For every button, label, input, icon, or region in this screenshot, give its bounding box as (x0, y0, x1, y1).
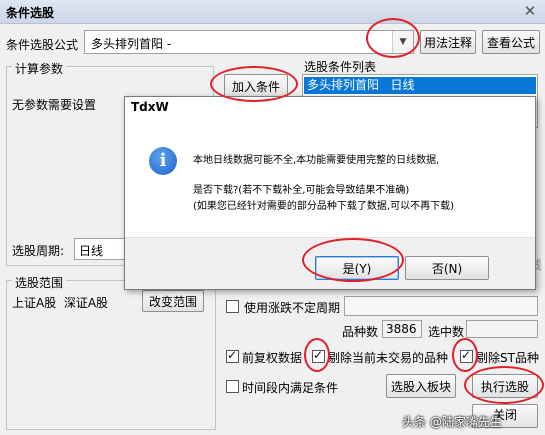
dialog-title-bar: TdxW (125, 97, 535, 117)
no-button-label: 否(N) (431, 261, 463, 276)
window-title: 条件选股 (6, 6, 55, 20)
window-close-icon[interactable]: ✕ (521, 2, 539, 20)
yes-button[interactable]: 是(Y) (315, 256, 399, 280)
limit-period-checkbox[interactable] (226, 300, 239, 313)
count-label: 品种数 (342, 325, 379, 339)
period-satisfy-label: 时间段内满足条件 (242, 381, 339, 395)
dialog-footer: 是(Y) 否(N) (125, 237, 535, 289)
formula-value: 多头排列首阳 - (91, 37, 172, 51)
usage-notes-button[interactable]: 用法注释 (420, 30, 476, 54)
change-scope-button[interactable]: 改变范围 (142, 290, 204, 312)
period-value: 日线 (79, 244, 104, 258)
restore-checkbox[interactable] (226, 348, 239, 363)
yes-button-label: 是(Y) (342, 261, 372, 276)
chevron-down-icon[interactable]: ▼ (392, 31, 413, 53)
selected-field (466, 320, 538, 338)
dialog-message-line1: 本地日线数据可能不全,本功能需要使用完整的日线数据, (193, 155, 440, 166)
restore-label: 前复权数据 (242, 351, 303, 365)
period-label: 选股周期: (12, 244, 65, 258)
to-block-button[interactable]: 选股入板块 (386, 374, 456, 398)
condition-list-title: 选股条件列表 (304, 60, 377, 74)
condition-list-item[interactable]: 多头排列首阳 日线 (304, 77, 536, 94)
count-value: 3886 (386, 322, 417, 336)
no-button[interactable]: 否(N) (405, 256, 489, 280)
count-field: 3886 (382, 320, 422, 338)
execute-button[interactable]: 执行选股 (472, 374, 538, 398)
title-bar: 条件选股 ✕ (0, 0, 545, 24)
dialog-message-line2: 是否下载?(若不下载补全,可能会导致结果不准确) (193, 185, 410, 196)
limit-period-input[interactable] (344, 296, 538, 316)
formula-select[interactable]: 多头排列首阳 - ▼ (84, 30, 414, 54)
info-icon: i (149, 147, 177, 175)
params-group-title: 计算参数 (12, 60, 67, 77)
condition-list-item-label: 多头排列首阳 日线 (307, 78, 415, 92)
dialog-message-line3: (如果您已经针对需要的部分品种下载了数据,可以不再下载) (193, 201, 454, 212)
dialog-body: i 本地日线数据可能不全,本功能需要使用完整的日线数据, 是否下载?(若不下载补… (125, 117, 535, 237)
formula-label: 条件选股公式 (6, 38, 79, 52)
limit-period-label: 使用涨跌不定周期 (244, 301, 341, 315)
add-condition-button[interactable]: 加入条件 (224, 74, 288, 98)
scope-group-title: 选股范围 (12, 274, 67, 291)
params-none-text: 无参数需要设置 (12, 98, 97, 112)
exclude-untraded-checkbox[interactable] (312, 348, 325, 363)
exclude-st-checkbox[interactable] (460, 348, 473, 363)
view-formula-button[interactable]: 查看公式 (482, 30, 540, 54)
dialog-title: TdxW (131, 100, 169, 114)
period-satisfy-checkbox[interactable] (226, 380, 239, 393)
dialog: TdxW i 本地日线数据可能不全,本功能需要使用完整的日线数据, 是否下载?(… (124, 96, 536, 290)
scope-markets: 上证A股 深证A股 (12, 296, 109, 310)
exclude-st-label: 剔除ST品种 (476, 351, 539, 365)
watermark: 头条 @陆家嘴先生 (402, 415, 502, 429)
selected-label: 选中数 (428, 325, 465, 339)
exclude-untraded-label: 剔除当前未交易的品种 (328, 351, 449, 365)
